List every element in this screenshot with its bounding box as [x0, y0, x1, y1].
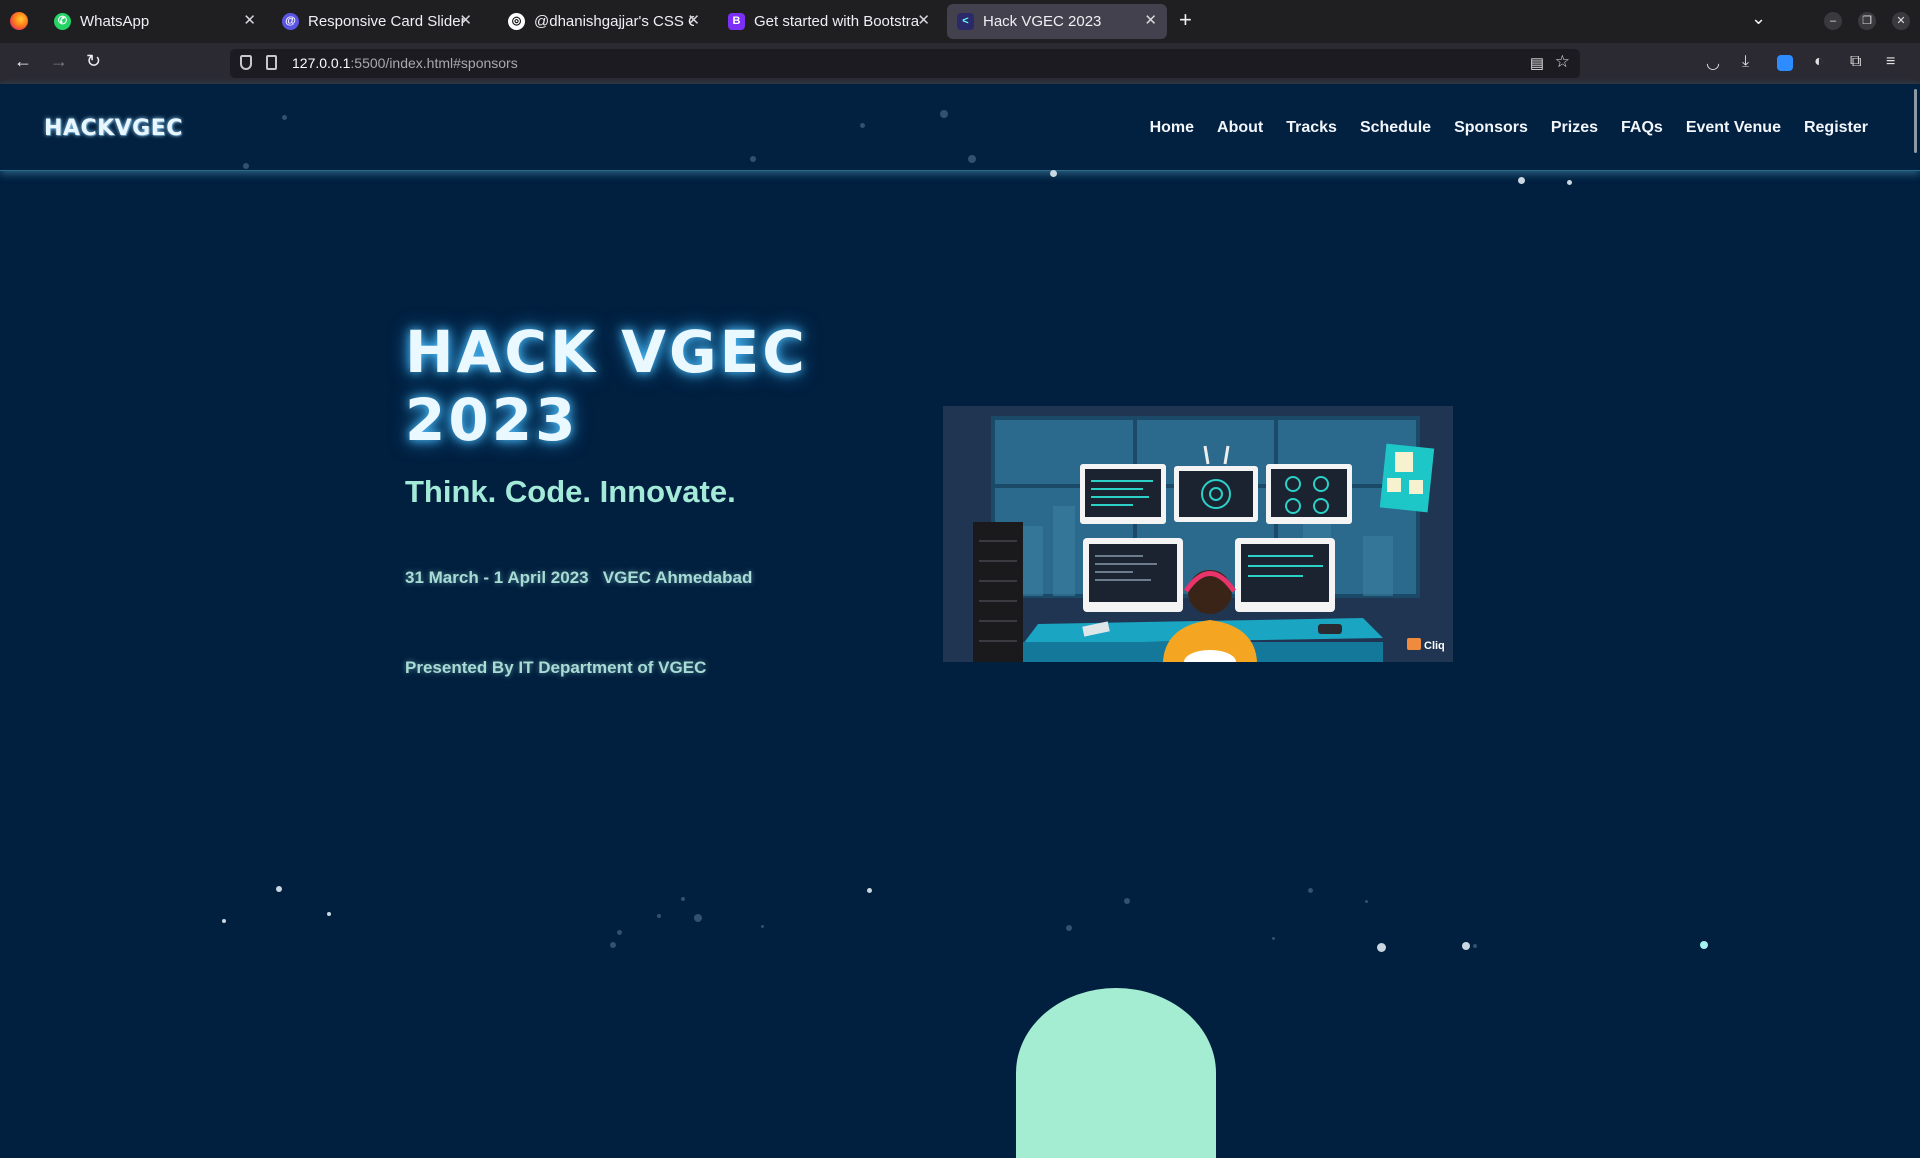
- tab-title: Responsive Card Slider in: [308, 13, 466, 30]
- nav-prizes[interactable]: Prizes: [1551, 119, 1598, 137]
- downloads-icon[interactable]: ⤓: [1742, 53, 1749, 71]
- url-text[interactable]: 127.0.0.1:5500/index.html#sponsors: [292, 55, 518, 71]
- event-date-venue: 31 March - 1 April 2023 VGEC Ahmedabad: [405, 568, 752, 588]
- new-tab-button[interactable]: +: [1179, 7, 1192, 33]
- bootstrap-icon: B: [728, 13, 745, 30]
- nav-schedule[interactable]: Schedule: [1360, 119, 1431, 137]
- extension-icon[interactable]: ◐: [1814, 53, 1824, 71]
- tracking-protection-icon[interactable]: [240, 55, 252, 70]
- developer-workstation-illustration: Cliq: [943, 406, 1453, 662]
- close-tab-icon[interactable]: ✕: [687, 11, 700, 29]
- close-window-icon[interactable]: ✕: [1892, 12, 1910, 30]
- nav-event-venue[interactable]: Event Venue: [1686, 119, 1781, 137]
- firefox-menu-icon[interactable]: [10, 12, 28, 30]
- nav-about[interactable]: About: [1217, 119, 1263, 137]
- tab-title: @dhanishgajjar's CSS Cha: [534, 13, 694, 30]
- page-info-icon[interactable]: [266, 55, 277, 70]
- app-menu-icon[interactable]: ≡: [1886, 53, 1895, 71]
- close-tab-icon[interactable]: ✕: [459, 11, 472, 29]
- tab-card-slider[interactable]: @ Responsive Card Slider in ✕: [272, 4, 482, 39]
- hero-title-line-1: HACK VGEC: [405, 318, 808, 386]
- close-tab-icon[interactable]: ✕: [1144, 11, 1157, 29]
- decorative-mound: [1016, 988, 1216, 1158]
- nav-sponsors[interactable]: Sponsors: [1454, 119, 1528, 137]
- close-tab-icon[interactable]: ✕: [243, 11, 256, 29]
- hero-title-line-2: 2023: [405, 386, 579, 454]
- url-path: :5500/index.html#sponsors: [350, 55, 518, 71]
- hero-title: HACK VGEC 2023: [405, 318, 808, 454]
- page-scrollbar[interactable]: [1914, 89, 1917, 153]
- reload-icon[interactable]: ↻: [86, 51, 101, 72]
- bookmark-star-icon[interactable]: ☆: [1555, 52, 1570, 72]
- tab-title: WhatsApp: [80, 13, 150, 30]
- site-favicon-icon: <: [957, 13, 974, 30]
- tab-bootstrap[interactable]: B Get started with Bootstra ✕: [718, 4, 940, 39]
- codepen-icon: @: [282, 13, 299, 30]
- site-nav: Home About Tracks Schedule Sponsors Priz…: [1127, 119, 1868, 137]
- tab-title: Hack VGEC 2023: [983, 13, 1102, 30]
- reader-view-icon[interactable]: ▤: [1530, 54, 1544, 72]
- forward-icon[interactable]: →: [50, 51, 68, 72]
- url-bar[interactable]: 127.0.0.1:5500/index.html#sponsors ▤ ☆: [230, 49, 1580, 78]
- site-header: HACKVGEC Home About Tracks Schedule Spon…: [0, 84, 1920, 171]
- url-host: 127.0.0.1: [292, 55, 351, 71]
- event-venue: VGEC Ahmedabad: [602, 568, 753, 587]
- nav-register[interactable]: Register: [1804, 119, 1868, 137]
- event-date: 31 March - 1 April 2023: [405, 568, 589, 587]
- browser-tab-bar: ✆ WhatsApp ✕ @ Responsive Card Slider in…: [0, 0, 1920, 43]
- presented-by: Presented By IT Department of VGEC: [405, 658, 707, 677]
- extensions-puzzle-icon[interactable]: ⧉: [1850, 53, 1861, 71]
- minimize-window-icon[interactable]: –: [1824, 12, 1842, 30]
- hero-tagline: Think. Code. Innovate.: [405, 474, 736, 509]
- tab-hack-vgec[interactable]: < Hack VGEC 2023 ✕: [947, 4, 1167, 39]
- site-logo[interactable]: HACKVGEC: [44, 116, 183, 141]
- back-icon[interactable]: ←: [14, 51, 32, 72]
- nav-tracks[interactable]: Tracks: [1286, 119, 1337, 137]
- tab-whatsapp[interactable]: ✆ WhatsApp ✕: [44, 4, 266, 39]
- nav-faqs[interactable]: FAQs: [1621, 119, 1663, 137]
- tab-title: Get started with Bootstra: [754, 13, 920, 30]
- hero-illustration: Cliq: [943, 406, 1453, 662]
- illustration-watermark: Cliq: [1424, 640, 1445, 652]
- zoom-extension-icon[interactable]: [1777, 55, 1793, 71]
- nav-home[interactable]: Home: [1150, 119, 1194, 137]
- close-tab-icon[interactable]: ✕: [917, 11, 930, 29]
- list-all-tabs-icon[interactable]: ⌄: [1751, 8, 1766, 29]
- whatsapp-icon: ✆: [54, 13, 71, 30]
- restore-window-icon[interactable]: ❐: [1858, 12, 1876, 30]
- pocket-icon[interactable]: ◡: [1706, 53, 1720, 73]
- browser-nav-bar: ← → ↻ 127.0.0.1:5500/index.html#sponsors…: [0, 43, 1920, 84]
- tab-css-challenge[interactable]: ◎ @dhanishgajjar's CSS Cha ✕: [498, 4, 710, 39]
- github-icon: ◎: [508, 13, 525, 30]
